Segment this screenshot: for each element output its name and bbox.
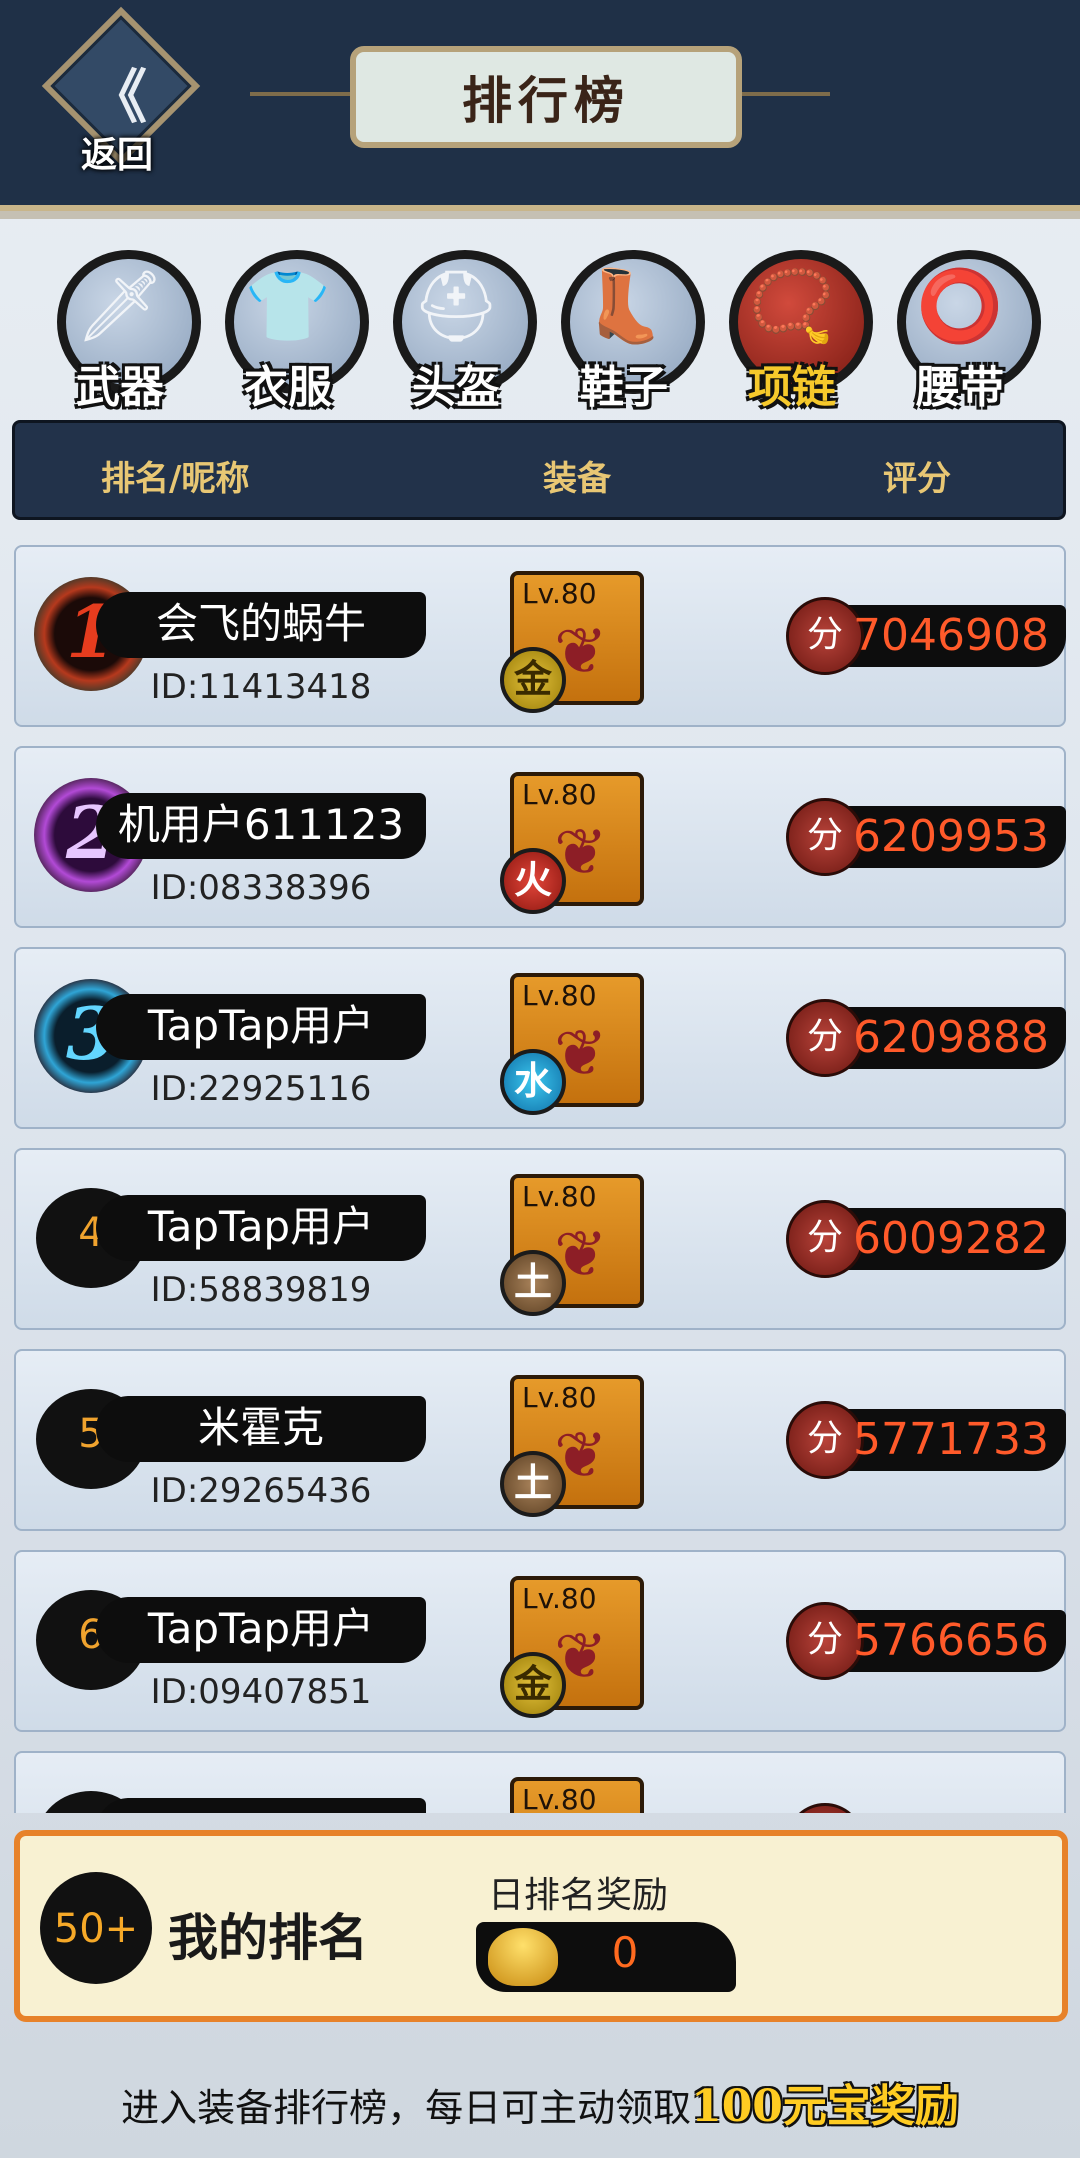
ranking-row[interactable]: 5 米霍克 ID:29265436 Lv.80 ❦ 土 分 5771733 [14,1349,1066,1531]
equipment-level: Lv.80 [522,778,597,811]
tab-weapon-label: 武器 [76,362,164,413]
player-id: ID:11413418 [150,667,372,707]
footer-highlight: 100元宝奖励 [691,2081,959,2132]
score-value: 5766656 [853,1615,1049,1666]
tab-necklace[interactable]: 📿 项链 [717,245,873,415]
col-rank-name: 排名/昵称 [101,459,250,499]
tab-necklace-label: 项链 [748,362,836,413]
element-badge: 金 [500,1652,566,1718]
player-name: 米霍克 [197,1403,324,1452]
element-badge: 火 [500,848,566,914]
back-button[interactable]: 《 返回 [41,6,201,176]
back-arrow-icon: 《 [89,63,148,131]
equipment-level: Lv.80 [522,1180,597,1213]
score-value: 7046908 [853,610,1049,661]
player-name: 机用户611123 [117,800,405,849]
tab-shoes-label: 鞋子 [580,362,668,413]
player-id: ID:22925116 [150,1069,372,1109]
score-value: 6209953 [853,811,1049,862]
player-name: 会飞的蜗牛 [155,599,366,648]
element-badge: 水 [500,1049,566,1115]
player-id: ID:29265436 [150,1471,372,1511]
tab-belt[interactable]: ⭕ 腰带 [885,245,1041,415]
my-rank-title: 我的排名 [168,1908,368,1967]
player-id: ID:08338396 [150,868,372,908]
ranking-list[interactable]: 1 会飞的蜗牛 ID:11413418 Lv.80 ❦ 金 分 7046908 … [14,545,1066,1813]
page-title: 排行榜 [462,71,630,130]
back-label: 返回 [80,135,153,176]
player-name: TapTap用户 [147,1001,375,1050]
tab-clothes-label: 衣服 [244,362,332,413]
tab-clothes[interactable]: 👕 衣服 [213,245,369,415]
daily-reward-value: 0 [611,1928,639,1977]
sword-icon: 🗡 [75,265,165,347]
ranking-row[interactable]: 2 机用户611123 ID:08338396 Lv.80 ❦ 火 分 6209… [14,746,1066,928]
armor-icon: 👕 [244,265,332,347]
ranking-row[interactable]: Lv.80 [14,1751,1066,1813]
ranking-row[interactable]: 1 会飞的蜗牛 ID:11413418 Lv.80 ❦ 金 分 7046908 [14,545,1066,727]
tab-helmet-label: 头盔 [412,362,500,413]
player-id: ID:58839819 [150,1270,372,1310]
equipment-level: Lv.80 [522,577,597,610]
equipment-level: Lv.80 [522,1381,597,1414]
belt-icon: ⭕ [916,265,1004,347]
my-rank-number: 50+ [53,1906,139,1952]
gold-ingot-icon [488,1928,558,1986]
name-ink-bar [96,1798,426,1813]
helmet-icon: ⛑ [411,265,501,347]
player-name: TapTap用户 [147,1604,375,1653]
score-value: 6209888 [853,1012,1049,1063]
ranking-row[interactable]: 3 TapTap用户 ID:22925116 Lv.80 ❦ 水 分 62098… [14,947,1066,1129]
equipment-level: Lv.80 [522,1582,597,1615]
equipment-level: Lv.80 [522,979,597,1012]
top-bar: 《 返回 排行榜 [0,0,1080,219]
element-badge: 土 [500,1250,566,1316]
score-value: 5771733 [853,1414,1049,1465]
ranking-row[interactable]: 6 TapTap用户 ID:09407851 Lv.80 ❦ 金 分 57666… [14,1550,1066,1732]
score-icon [786,1803,864,1813]
title-banner: 排行榜 [250,40,830,150]
tab-weapon[interactable]: 🗡 武器 [45,245,201,415]
element-badge: 金 [500,647,566,713]
daily-reward-title: 日排名奖励 [488,1875,669,1916]
player-name: TapTap用户 [147,1202,375,1251]
tab-shoes[interactable]: 👢 鞋子 [549,245,705,415]
necklace-icon: 📿 [748,265,836,347]
col-score: 评分 [883,459,951,499]
boot-icon: 👢 [580,265,668,347]
equipment-level: Lv.80 [522,1783,597,1813]
ranking-row[interactable]: 4 TapTap用户 ID:58839819 Lv.80 ❦ 土 分 60092… [14,1148,1066,1330]
player-id: ID:09407851 [150,1672,372,1712]
score-value: 6009282 [853,1213,1049,1264]
col-equipment: 装备 [543,459,611,499]
tab-helmet[interactable]: ⛑ 头盔 [381,245,537,415]
element-badge: 土 [500,1451,566,1517]
title-plate: 排行榜 [350,46,742,148]
table-header: 排名/昵称 装备 评分 [12,420,1066,520]
category-tabs: 🗡 武器 👕 衣服 ⛑ 头盔 👢 鞋子 📿 项链 ⭕ 腰带 [45,245,1041,415]
equipment-slot[interactable]: Lv.80 [510,1777,644,1813]
my-rank-panel: 50+ 我的排名 日排名奖励 0 [14,1830,1068,2022]
tab-belt-label: 腰带 [916,362,1004,413]
footer-hint: 进入装备排行榜，每日可主动领取100元宝奖励 [0,2070,1080,2134]
footer-text: 进入装备排行榜，每日可主动领取 [121,2086,692,2130]
